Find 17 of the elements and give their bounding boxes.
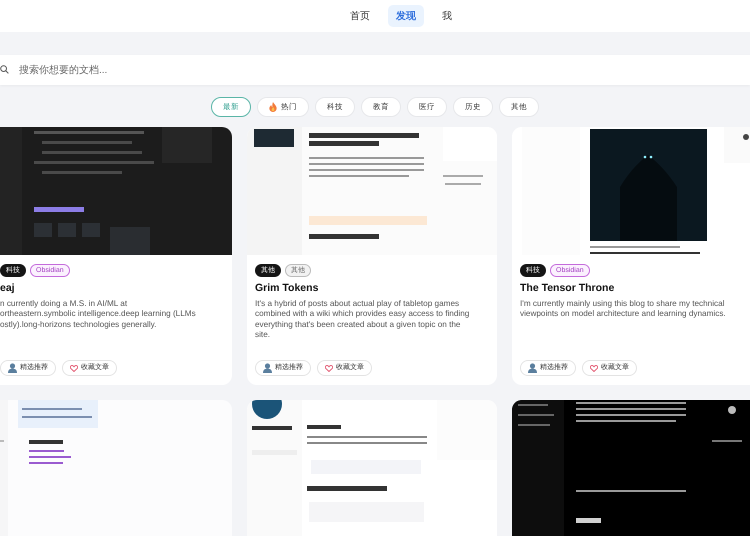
nav-tab[interactable]: 发现 [388,5,424,27]
card-description: n currently doing a M.S. in AI/ML at ortheastern.symbolic intelligence.deep learning (LLMs ostly).long-horizons technologies generally. [0,298,197,330]
nav-tab[interactable]: 我 [434,5,460,27]
card-title: eaj [0,281,16,296]
person-icon [528,363,537,373]
card-description: I'm currently mainly using this blog to share my technical viewpoints on model architecture and learning dynamics. [520,298,727,320]
heart-icon [590,364,598,372]
nav-tab[interactable]: 首页 [342,5,378,27]
fire-icon [269,102,277,112]
search-field[interactable]: 搜索你想要的文档... [0,55,750,85]
person-icon [8,363,17,373]
card-title: Grim Tokens [255,281,320,296]
heart-icon [70,364,78,372]
card-description: It's a hybrid of posts about actual play of tabletop games combined with a wiki which provides easy access to finding everything that's been created about a given topic on the site. [255,298,470,340]
person-icon [263,363,272,373]
heart-icon [325,364,333,372]
card-title: The Tensor Throne [520,281,616,296]
